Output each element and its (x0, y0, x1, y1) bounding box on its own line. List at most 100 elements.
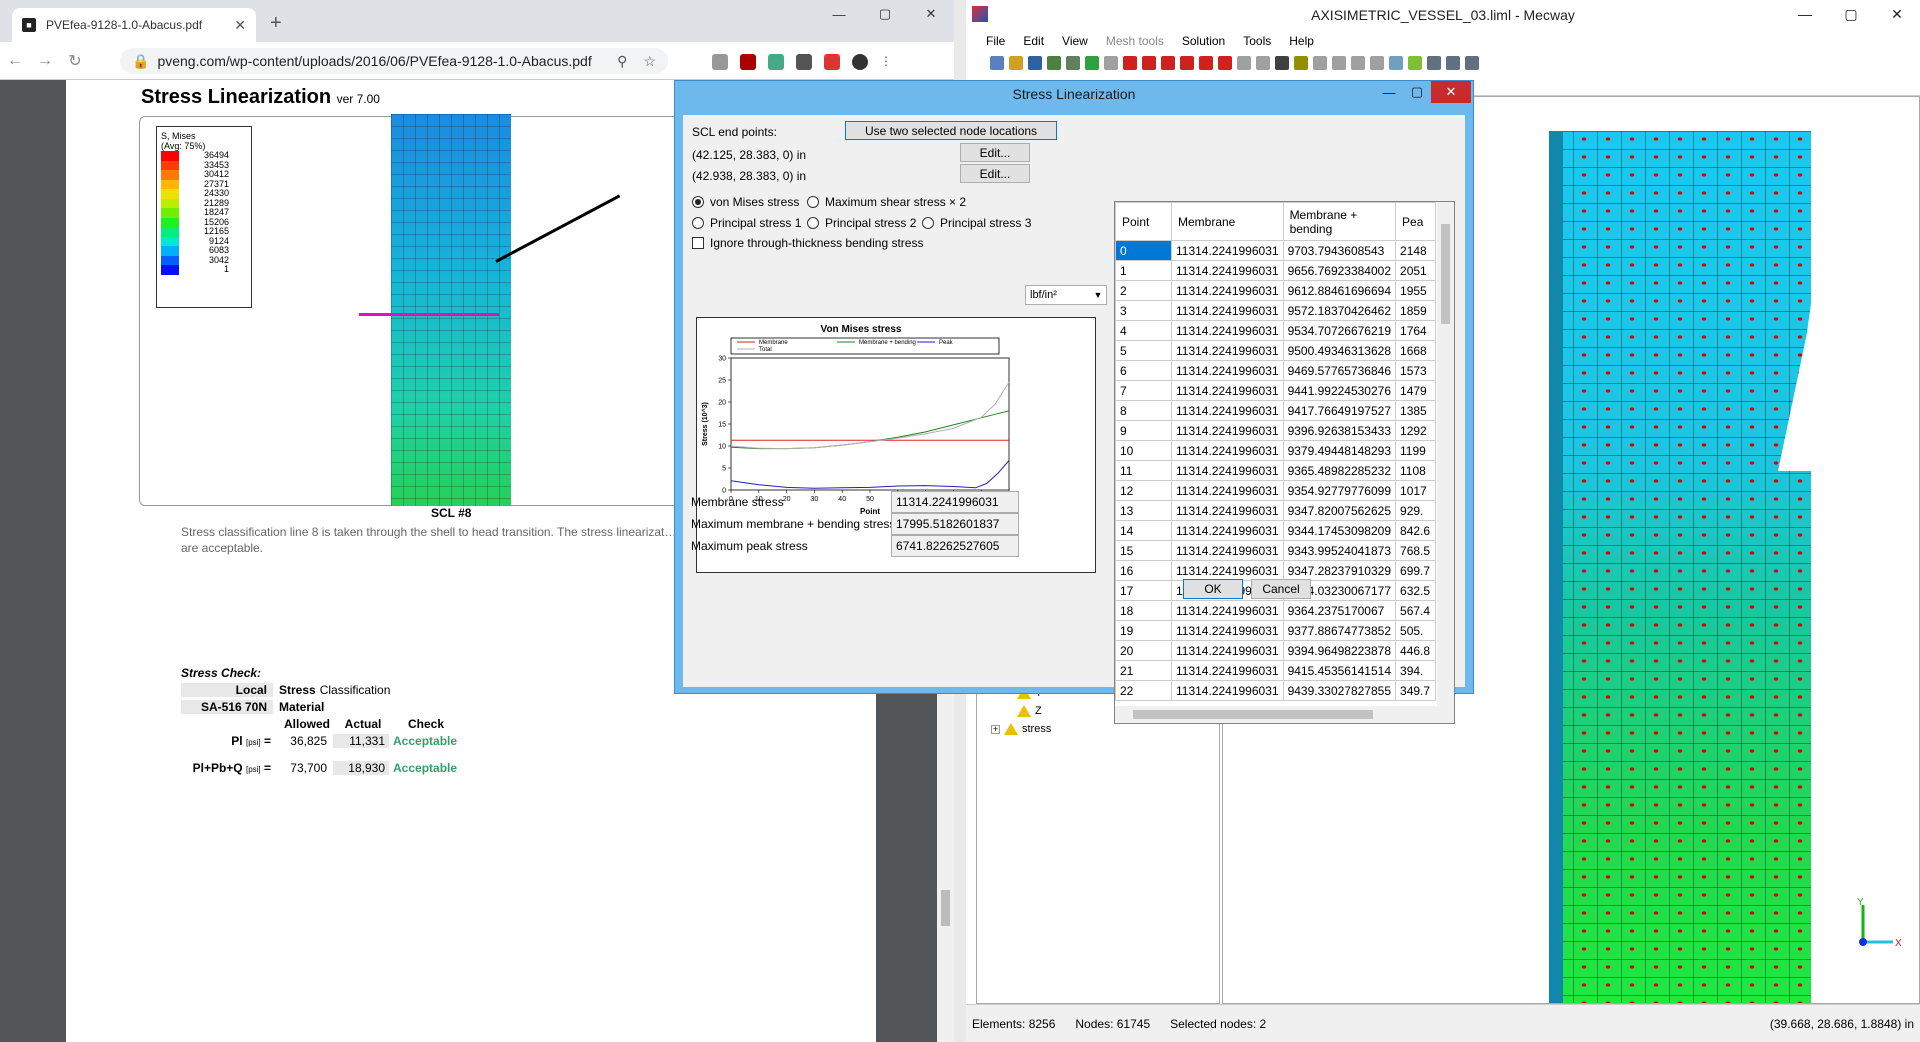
tree-item-z[interactable]: Z (1017, 705, 1042, 717)
zoom-icon[interactable]: ⚲ (617, 53, 627, 70)
back-icon[interactable]: ← (0, 52, 30, 70)
table-row[interactable]: 6 11314.2241996031 9469.57765736846 1573 (1115, 360, 1437, 381)
menu-help[interactable]: Help (1289, 34, 1314, 48)
scroll-thumb[interactable] (941, 890, 950, 926)
minimize-button[interactable]: — (1782, 0, 1828, 28)
table-row[interactable]: 5 11314.2241996031 9500.49346313628 1668 (1115, 340, 1437, 361)
toolbar-tool-icon[interactable] (1313, 56, 1327, 70)
reload-icon[interactable]: ↻ (60, 51, 90, 71)
ublock-icon[interactable] (740, 54, 756, 70)
toolbar-tool-icon[interactable] (1161, 56, 1175, 70)
menu-edit[interactable]: Edit (1023, 34, 1044, 48)
table-row[interactable]: 18 11314.2241996031 9364.2375170067 567.4 (1115, 600, 1437, 621)
toolbar-tool-icon[interactable] (1066, 56, 1080, 70)
edit-point1-button[interactable]: Edit... (960, 143, 1030, 162)
expand-icon[interactable]: + (991, 724, 1000, 734)
checkbox-box[interactable] (692, 237, 704, 249)
mb-value-field[interactable]: 17995.5182601837 (891, 513, 1019, 535)
extension-icon[interactable] (796, 54, 812, 70)
membrane-value-field[interactable]: 11314.2241996031 (891, 491, 1019, 513)
unit-select[interactable]: lbf/in² ▼ (1025, 285, 1107, 305)
menu-mesh-tools[interactable]: Mesh tools (1106, 34, 1164, 48)
toolbar-tool-icon[interactable] (1142, 56, 1156, 70)
table-row[interactable]: 7 11314.2241996031 9441.99224530276 1479 (1115, 380, 1437, 401)
close-button[interactable]: ✕ (1874, 0, 1920, 28)
radio-principal-3[interactable]: Principal stress 3 (922, 216, 1031, 230)
table-row[interactable]: 2 11314.2241996031 9612.88461696694 1955 (1115, 280, 1437, 301)
toolbar-tool-icon[interactable] (1465, 56, 1479, 70)
close-button[interactable]: ✕ (908, 0, 954, 28)
results-table[interactable]: Point Membrane Membrane + bending Pea 01… (1114, 201, 1455, 724)
toolbar-tool-icon[interactable] (1370, 56, 1384, 70)
table-row[interactable]: 19 11314.2241996031 9377.88674773852 505. (1115, 620, 1437, 641)
table-row[interactable]: 4 11314.2241996031 9534.70726676219 1764 (1115, 320, 1437, 341)
col-peak[interactable]: Pea (1395, 202, 1437, 241)
maximize-button[interactable]: ▢ (862, 0, 908, 28)
extension-icon[interactable] (712, 54, 728, 70)
table-row[interactable]: 1 11314.2241996031 9656.76923384002 2051 (1115, 260, 1437, 281)
new-tab-button[interactable]: + (270, 12, 282, 35)
radio-dot[interactable] (807, 217, 819, 229)
minimize-button[interactable]: — (816, 0, 862, 28)
tab-close-icon[interactable]: ✕ (234, 17, 246, 34)
table-row[interactable]: 3 11314.2241996031 9572.18370426462 1859 (1115, 300, 1437, 321)
lock-icon[interactable]: 🔒 (132, 53, 149, 70)
col-membrane-bending[interactable]: Membrane + bending (1282, 202, 1397, 241)
cancel-button[interactable]: Cancel (1251, 579, 1311, 599)
toolbar-tool-icon[interactable] (1389, 56, 1403, 70)
toolbar-tool-icon[interactable] (1180, 56, 1194, 70)
col-membrane[interactable]: Membrane (1171, 202, 1284, 241)
maximize-button[interactable]: ▢ (1403, 81, 1431, 103)
table-row[interactable]: 9 11314.2241996031 9396.92638153433 1292 (1115, 420, 1437, 441)
table-row[interactable]: 10 11314.2241996031 9379.49448148293 1199 (1115, 440, 1437, 461)
table-row[interactable]: 0 11314.2241996031 9703.7943608543 2148 (1115, 240, 1437, 261)
col-point[interactable]: Point (1115, 202, 1172, 241)
table-row[interactable]: 14 11314.2241996031 9344.17453098209 842.6 (1115, 520, 1437, 541)
gmail-icon[interactable] (824, 54, 840, 70)
url-bar[interactable]: 🔒 pveng.com/wp-content/uploads/2016/06/P… (120, 48, 668, 74)
table-row[interactable]: 13 11314.2241996031 9347.82007562625 929. (1115, 500, 1437, 521)
table-row[interactable]: 15 11314.2241996031 9343.99524041873 768.5 (1115, 540, 1437, 561)
radio-dot[interactable] (807, 196, 819, 208)
menu-icon[interactable]: ⋮ (880, 54, 896, 70)
toolbar-tool-icon[interactable] (1199, 56, 1213, 70)
table-row[interactable]: 16 11314.2241996031 9347.28237910329 699.7 (1115, 560, 1437, 581)
table-row[interactable]: 11 11314.2241996031 9365.48982285232 1108 (1115, 460, 1437, 481)
toolbar-tool-icon[interactable] (990, 56, 1004, 70)
toolbar-tool-icon[interactable] (1085, 56, 1099, 70)
table-row[interactable]: 8 11314.2241996031 9417.76649197527 1385 (1115, 400, 1437, 421)
radio-von-mises[interactable]: von Mises stress (692, 195, 799, 209)
radio-principal-1[interactable]: Principal stress 1 (692, 216, 801, 230)
table-row[interactable]: 20 11314.2241996031 9394.96498223878 446.8 (1115, 640, 1437, 661)
radio-dot[interactable] (922, 217, 934, 229)
menu-solution[interactable]: Solution (1182, 34, 1225, 48)
toolbar-tool-icon[interactable] (1104, 56, 1118, 70)
toolbar-tool-icon[interactable] (1427, 56, 1441, 70)
toolbar-tool-icon[interactable] (1028, 56, 1042, 70)
use-two-nodes-button[interactable]: Use two selected node locations (845, 121, 1057, 140)
toolbar-tool-icon[interactable] (1218, 56, 1232, 70)
table-row[interactable]: 12 11314.2241996031 9354.92779776099 1017 (1115, 480, 1437, 501)
scroll-thumb[interactable] (1441, 224, 1450, 324)
table-row[interactable]: 21 11314.2241996031 9415.45356141514 394. (1115, 660, 1437, 681)
menu-tools[interactable]: Tools (1243, 34, 1271, 48)
forward-icon[interactable]: → (30, 52, 60, 70)
maximize-button[interactable]: ▢ (1828, 0, 1874, 28)
toolbar-tool-icon[interactable] (1256, 56, 1270, 70)
radio-principal-2[interactable]: Principal stress 2 (807, 216, 916, 230)
ok-button[interactable]: OK (1183, 579, 1243, 599)
toolbar-tool-icon[interactable] (1275, 56, 1289, 70)
dialog-close-button[interactable]: ✕ (1431, 81, 1471, 103)
toolbar-tool-icon[interactable] (1408, 56, 1422, 70)
table-row[interactable]: 22 11314.2241996031 9439.33027827855 349.7 (1115, 680, 1437, 701)
toolbar-tool-icon[interactable] (1446, 56, 1460, 70)
radio-dot[interactable] (692, 196, 704, 208)
tree-item-stress[interactable]: + stress (991, 723, 1051, 735)
extension-icon[interactable] (768, 54, 784, 70)
toolbar-tool-icon[interactable] (1332, 56, 1346, 70)
chevron-down-icon[interactable]: ▼ (1090, 290, 1106, 300)
browser-tab[interactable]: ■ PVEfea-9128-1.0-Abacus.pdf ✕ (12, 8, 256, 42)
toolbar-tool-icon[interactable] (1294, 56, 1308, 70)
scroll-thumb[interactable] (1133, 710, 1373, 719)
profile-icon[interactable] (852, 54, 868, 70)
